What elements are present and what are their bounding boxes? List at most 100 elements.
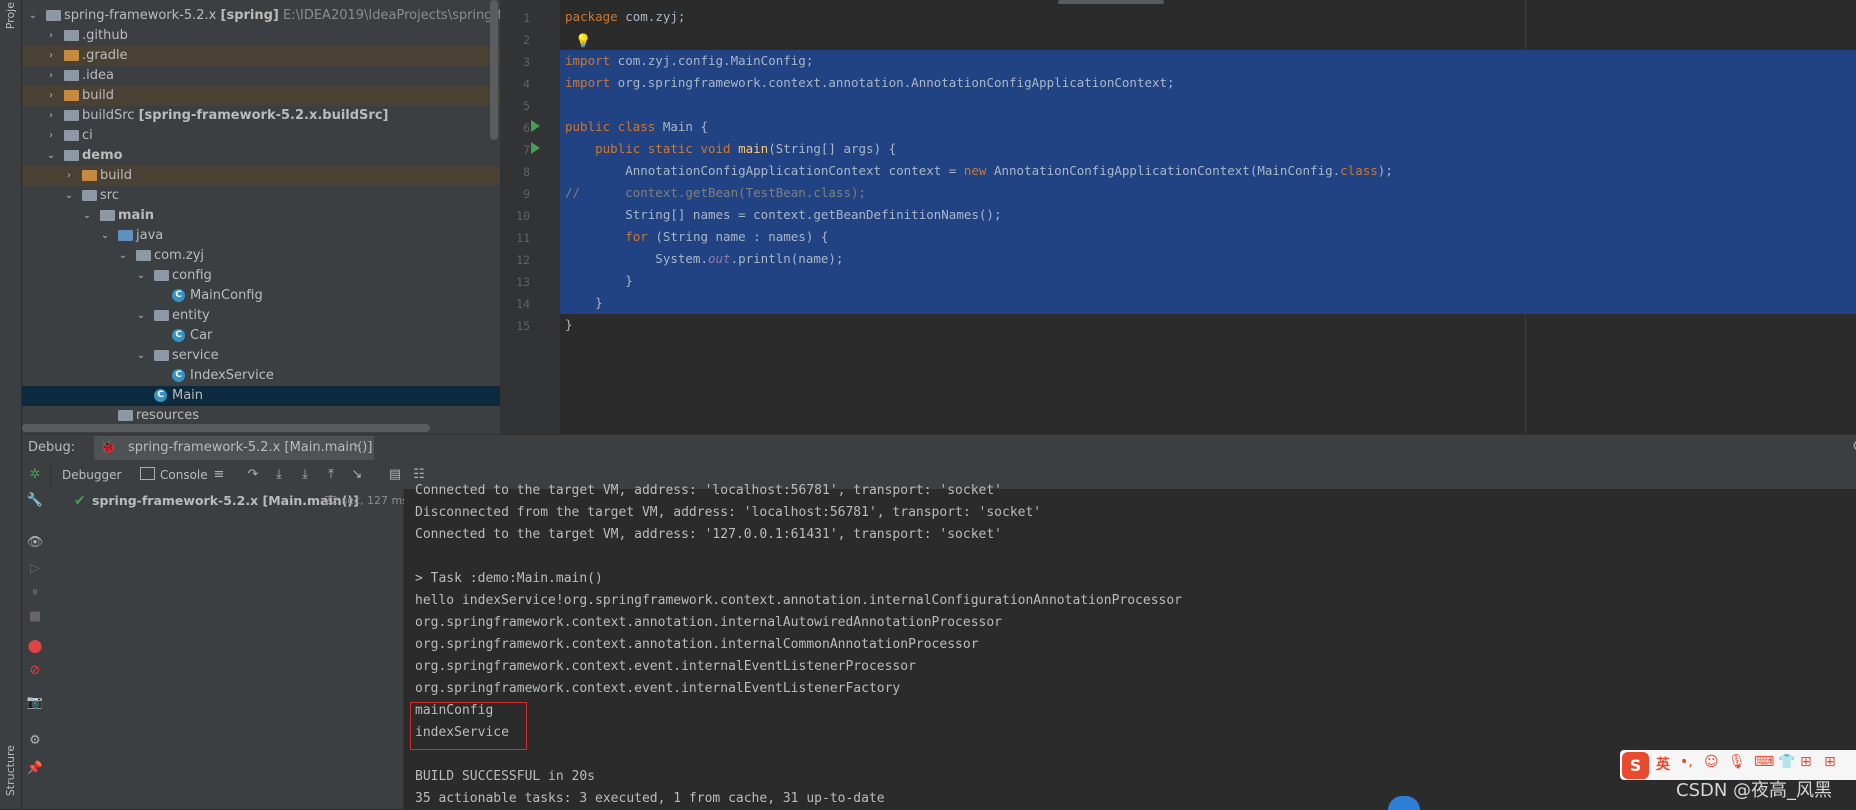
package-icon [154,270,169,281]
chevron-down-icon[interactable]: ⌄ [82,206,92,226]
tree-item-resources[interactable]: resources [22,406,500,426]
chevron-down-icon[interactable]: ⌄ [136,266,146,286]
tree-item-idea[interactable]: › .idea [22,66,500,86]
tree-item-service[interactable]: ⌄ service [22,346,500,366]
tree-item-build[interactable]: › build [22,86,500,106]
rerun-icon[interactable]: ✲ [26,467,44,482]
modify-run-config-icon[interactable]: 🔧 [26,493,44,508]
line-number: 13 [516,275,530,289]
code-line-12: System.out.println(name); [565,251,844,266]
camera-icon[interactable]: 📷 [26,695,44,710]
punctuation-icon[interactable]: •, [1680,754,1693,770]
menu-icon[interactable]: ≡ [210,467,228,482]
tree-item-gradle[interactable]: › .gradle [22,46,500,66]
run-icon[interactable] [531,142,540,154]
left-tool-stripe: Proje Structure [0,0,22,809]
chevron-down-icon[interactable]: ⌄ [64,186,74,206]
console-line: Disconnected from the target VM, address… [415,505,1042,520]
tree-item-buildsrc[interactable]: › buildSrc [spring-framework-5.2.x.build… [22,106,500,126]
tab-debugger[interactable]: Debugger [62,468,121,482]
gear-icon[interactable]: ⚙ [1852,439,1856,454]
tree-item-github[interactable]: › .github [22,26,500,46]
trace-icon[interactable]: ☷ [410,467,428,482]
chevron-right-icon[interactable]: › [46,126,56,146]
line-number: 9 [523,187,530,201]
pin-icon[interactable]: 📌 [26,761,44,776]
class-icon: C [172,329,185,342]
tree-label: src [100,188,119,203]
run-config-tab[interactable]: 🐞 spring-framework-5.2.x [Main.main()] × [94,436,374,460]
horizontal-scrollbar[interactable] [22,424,430,432]
tree-item-mainconfig[interactable]: C MainConfig [22,286,500,306]
pause-icon[interactable]: ⏸ [26,585,44,600]
grid-icon[interactable]: ⊞ [1824,754,1836,770]
chevron-down-icon[interactable]: ⌄ [100,226,110,246]
run-to-cursor-icon[interactable]: ↘ [348,467,366,482]
chevron-right-icon[interactable]: › [46,86,56,106]
code-line-3: import com.zyj.config.MainConfig; [565,53,814,68]
tree-item-entity[interactable]: ⌄ entity [22,306,500,326]
lightbulb-icon[interactable]: 💡 [575,34,591,49]
microphone-icon[interactable]: 🎙 [1728,754,1746,770]
settings-icon[interactable]: ⚙ [26,733,44,748]
sogou-logo-icon: S [1622,752,1649,779]
chevron-down-icon[interactable]: ⌄ [136,306,146,326]
chevron-right-icon[interactable]: › [46,26,56,46]
mute-breakpoints-icon[interactable]: ⊘ [26,663,44,678]
tree-root[interactable]: ⌄ spring-framework-5.2.x [spring] E:\IDE… [22,6,500,26]
root-name: spring-framework-5.2.x [64,8,217,23]
line-number: 5 [523,99,530,113]
code-line-9: // context.getBean(TestBean.class); [565,185,867,200]
structure-tool-tab[interactable]: Structure [4,745,17,796]
chevron-right-icon[interactable]: › [46,46,56,66]
step-out-icon[interactable]: ⤒ [322,467,340,482]
step-into-icon[interactable]: ⤓ [296,467,314,482]
tree-item-config[interactable]: ⌄ config [22,266,500,286]
emoji-icon[interactable]: ☺ [1704,754,1719,770]
toolbox-icon[interactable]: ⊞ [1800,754,1812,770]
debug-tool-window-header: Debug: 🐞 spring-framework-5.2.x [Main.ma… [22,434,1856,462]
tree-item-car[interactable]: C Car [22,326,500,346]
tree-item-indexservice[interactable]: C IndexService [22,366,500,386]
chevron-right-icon[interactable]: › [46,106,56,126]
tree-item-ci[interactable]: › ci [22,126,500,146]
tree-item-demo[interactable]: ⌄ demo [22,146,500,166]
tree-item-main-class[interactable]: C Main [22,386,500,406]
watermark: CSDN @夜高_风黑 [1676,780,1833,801]
tree-label: service [172,348,219,363]
line-number: 14 [516,297,530,311]
chevron-down-icon[interactable]: ⌄ [28,6,38,26]
chevron-right-icon[interactable]: › [64,166,74,186]
editor-scrollbar[interactable] [1058,0,1164,4]
code-line-8: AnnotationConfigApplicationContext conte… [565,163,1393,178]
tree-label: entity [172,308,210,323]
ime-language-label[interactable]: 英 [1656,754,1670,774]
chevron-down-icon[interactable]: ⌄ [136,346,146,366]
skin-icon[interactable]: 👕 [1778,754,1795,770]
evaluate-icon[interactable]: ▤ [386,467,404,482]
keyboard-icon[interactable]: ⌨ [1754,754,1774,770]
project-tree: ⌄ spring-framework-5.2.x [spring] E:\IDE… [22,0,500,434]
chevron-right-icon[interactable]: › [46,66,56,86]
tree-item-src[interactable]: ⌄ src [22,186,500,206]
run-icon[interactable] [531,120,540,132]
vertical-scrollbar[interactable] [490,0,498,140]
chevron-down-icon[interactable]: ⌄ [118,246,128,266]
tree-item-java[interactable]: ⌄ java [22,226,500,246]
class-icon: C [172,369,185,382]
chevron-down-icon[interactable]: ⌄ [46,146,56,166]
tree-item-com-zyj[interactable]: ⌄ com.zyj [22,246,500,266]
watch-icon[interactable]: 👁 [26,535,44,550]
close-icon[interactable]: × [352,439,363,454]
project-tool-tab[interactable]: Proje [4,2,17,29]
view-breakpoints-icon[interactable]: ⬤ [26,639,44,654]
stop-icon[interactable]: ■ [26,609,44,624]
resume-icon[interactable]: ▷ [26,561,44,576]
tree-item-demo-build[interactable]: › build [22,166,500,186]
process-label[interactable]: spring-framework-5.2.x [Main.main()] [92,493,359,508]
tree-label: resources [136,408,200,423]
tree-item-main[interactable]: ⌄ main [22,206,500,226]
console-line: 35 actionable tasks: 3 executed, 1 from … [415,791,885,806]
step-over-icon[interactable]: ⤓ [270,467,288,482]
show-execution-point-icon[interactable]: ↷ [244,467,262,482]
